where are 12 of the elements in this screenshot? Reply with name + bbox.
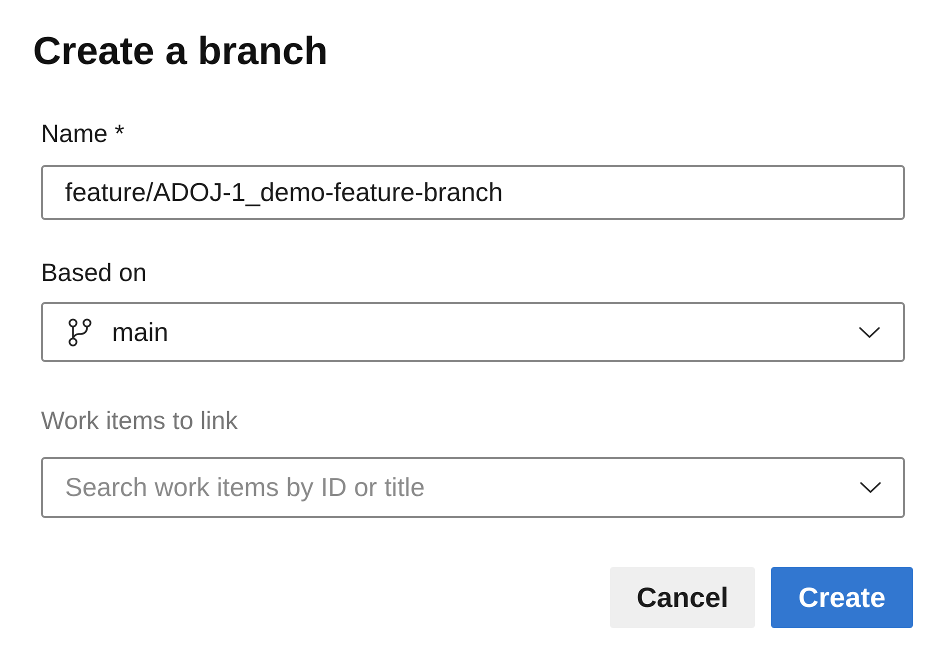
chevron-down-icon: [859, 326, 880, 338]
field-label: Based on: [41, 259, 147, 287]
field-label: Name *: [41, 120, 124, 148]
branch-dropdown[interactable]: main: [41, 302, 905, 362]
cancel-button[interactable]: Cancel: [610, 567, 755, 628]
branch-icon: [68, 318, 92, 346]
chevron-down-icon: [860, 482, 881, 493]
work-item-search-field[interactable]: Search work items by ID or title: [41, 457, 905, 518]
create-button[interactable]: Create: [771, 567, 913, 628]
name-input-field[interactable]: feature/ADOJ-1_demo-feature-branch: [41, 165, 905, 220]
field-label: Work items to link: [41, 407, 238, 435]
dialog-title: Create a branch: [33, 30, 328, 74]
